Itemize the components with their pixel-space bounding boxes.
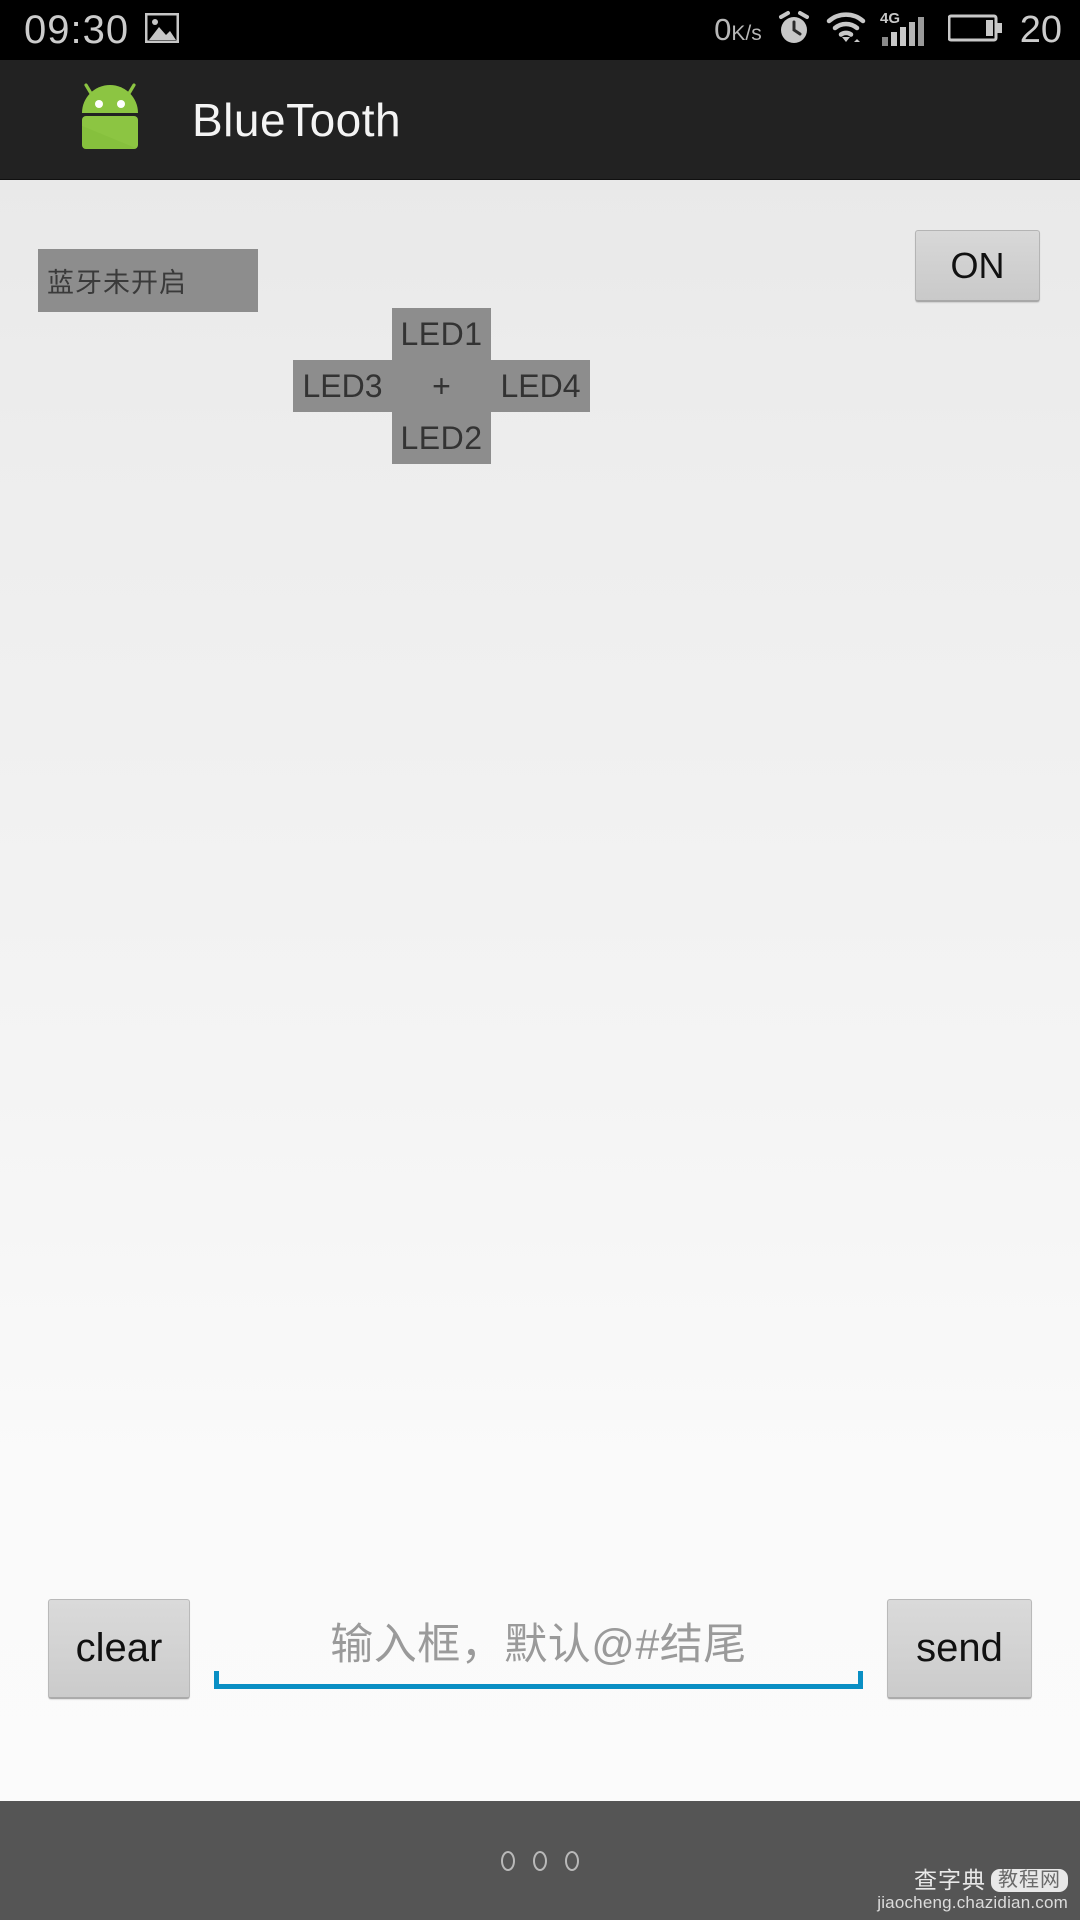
- led1-button[interactable]: LED1: [392, 308, 491, 360]
- alarm-clock-icon: [776, 10, 812, 51]
- led3-button[interactable]: LED3: [293, 360, 392, 412]
- battery-level: 20: [1019, 8, 1062, 51]
- battery-icon: [947, 13, 1004, 48]
- status-bar-left: 09:30: [24, 7, 180, 53]
- nav-dot: [501, 1850, 515, 1871]
- bluetooth-power-button[interactable]: ON: [915, 230, 1040, 302]
- watermark-brand: 查字典: [914, 1867, 986, 1894]
- watermark-url: jiaocheng.chazidian.com: [877, 1893, 1068, 1913]
- input-underline: [214, 1671, 863, 1689]
- navigation-bar: 查字典 教程网 jiaocheng.chazidian.com: [0, 1801, 1080, 1920]
- android-robot-icon: [70, 82, 150, 157]
- nav-dot: [533, 1850, 547, 1871]
- status-clock: 09:30: [24, 7, 130, 52]
- page-title: BlueTooth: [192, 93, 402, 146]
- signal-bars-icon: 4G: [880, 10, 934, 51]
- watermark-title: 查字典 教程网: [877, 1868, 1068, 1892]
- watermark-badge: 教程网: [991, 1868, 1068, 1892]
- svg-text:4G: 4G: [880, 10, 900, 27]
- dpad-center-button[interactable]: +: [392, 360, 491, 412]
- watermark: 查字典 教程网 jiaocheng.chazidian.com: [877, 1868, 1068, 1912]
- led-dpad: LED1 LED3 + LED4 LED2: [293, 308, 590, 464]
- main-content: 蓝牙未开启 ON LED1 LED3 + LED4 LED2 clear 输入框…: [0, 180, 1080, 1801]
- status-bar-right: 0 K/s 4G 20: [714, 9, 1062, 52]
- led2-button[interactable]: LED2: [392, 412, 491, 464]
- bluetooth-status-label: 蓝牙未开启: [38, 249, 258, 312]
- message-input-placeholder: 输入框，默认@#结尾: [330, 1621, 747, 1669]
- nav-dot: [565, 1850, 579, 1871]
- message-input-row: clear 输入框，默认@#结尾 send: [0, 1593, 1080, 1705]
- message-input[interactable]: 输入框，默认@#结尾: [212, 1599, 865, 1699]
- clear-button[interactable]: clear: [48, 1599, 190, 1699]
- send-button[interactable]: send: [887, 1599, 1032, 1699]
- network-speed: 0 K/s: [714, 12, 762, 47]
- led4-button[interactable]: LED4: [491, 360, 590, 412]
- app-bar: BlueTooth: [0, 60, 1080, 180]
- status-bar: 09:30 0 K/s 4G 20: [0, 0, 1080, 60]
- three-dots-icon[interactable]: [501, 1850, 579, 1871]
- image-icon: [144, 12, 180, 48]
- wifi-icon: [826, 12, 866, 49]
